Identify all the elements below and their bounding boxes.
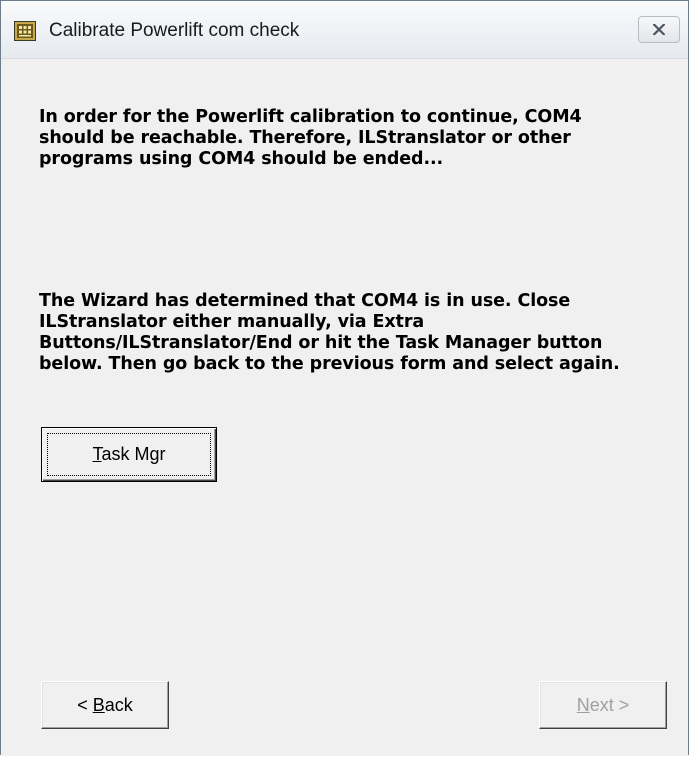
dialog-body: In order for the Powerlift calibration t… xyxy=(1,59,688,756)
close-button[interactable] xyxy=(638,16,680,43)
dialog-window: Calibrate Powerlift com check In order f… xyxy=(0,0,689,756)
title-bar[interactable]: Calibrate Powerlift com check xyxy=(1,1,688,59)
next-button[interactable]: Next > xyxy=(539,681,667,729)
status-text: The Wizard has determined that COM4 is i… xyxy=(39,291,620,374)
back-button[interactable]: < Back xyxy=(41,681,169,729)
next-button-label: Next > xyxy=(576,694,630,715)
window-title: Calibrate Powerlift com check xyxy=(49,20,300,41)
task-manager-button[interactable]: Task Mgr xyxy=(41,427,217,482)
close-icon xyxy=(653,24,665,35)
app-icon xyxy=(14,21,36,41)
task-manager-button-label: Task Mgr xyxy=(92,444,166,464)
instruction-text: In order for the Powerlift calibration t… xyxy=(39,107,582,169)
back-button-label: < Back xyxy=(77,694,133,715)
